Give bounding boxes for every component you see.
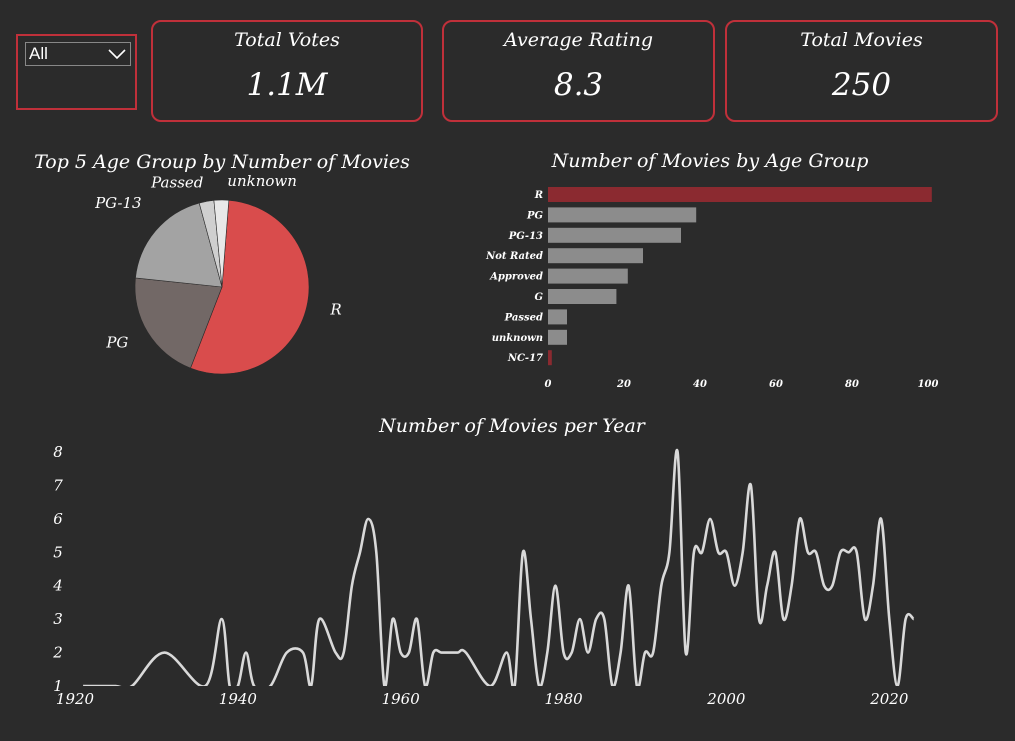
line-y-tick-label: 6 (53, 510, 63, 528)
bar-category-label: Passed (504, 312, 543, 323)
bar-nc-17[interactable] (548, 350, 552, 366)
line-x-tick-label: 1960 (382, 690, 421, 708)
bar-x-tick-label: 100 (918, 379, 939, 390)
bar-not-rated[interactable] (548, 248, 643, 264)
bar-x-tick-label: 40 (693, 379, 707, 390)
bar-category-label: G (534, 292, 543, 303)
bar-category-label: NC-17 (507, 353, 543, 364)
pie-label-pg: PG (105, 334, 128, 352)
pie-chart: Top 5 Age Group by Number of Movies R PG P… (34, 151, 410, 375)
bar-category-label: R (534, 190, 543, 201)
pie-label-r: R (329, 300, 341, 318)
bar-category-label: PG (526, 210, 544, 221)
line-y-tick-label: 4 (52, 577, 63, 595)
bar-pg[interactable] (548, 207, 697, 223)
bar-pg-13[interactable] (548, 227, 681, 243)
line-y-tick-label: 7 (53, 476, 63, 494)
bar-x-tick-label: 0 (545, 379, 552, 390)
bar-chart-title: Number of Movies by Age Group (551, 150, 869, 172)
line-y-tick-label: 8 (53, 443, 63, 461)
bar-r[interactable] (548, 187, 932, 202)
bar-approved[interactable] (548, 268, 628, 284)
line-y-tick-label: 3 (53, 610, 63, 628)
bar-x-tick-label: 60 (769, 379, 783, 390)
line-x-tick-label: 1980 (545, 690, 584, 708)
bar-category-label: Approved (489, 272, 543, 283)
bar-unknown[interactable] (548, 329, 567, 345)
line-x-tick-label: 1940 (219, 690, 258, 708)
bar-x-tick-label: 20 (616, 379, 631, 390)
line-x-tick-label: 1920 (56, 690, 95, 708)
bar-chart: Number of Movies by Age Group R PG PG-13 No… (485, 150, 938, 390)
bar-category-label: Not Rated (485, 251, 543, 262)
pie-chart-title: Top 5 Age Group by Number of Movies (34, 151, 410, 173)
bar-passed[interactable] (548, 309, 567, 325)
line-y-tick-label: 5 (53, 543, 63, 561)
pie-label-pg-13: PG-13 (94, 194, 142, 212)
pie-label-passed: Passed (150, 174, 203, 192)
line-y-tick-label: 2 (52, 644, 63, 662)
bar-g[interactable] (548, 289, 617, 304)
line-chart-title: Number of Movies per Year (378, 415, 647, 437)
bar-category-label: unknown (492, 333, 543, 344)
bar-category-label: PG-13 (508, 231, 543, 242)
pie-label-unknown: unknown (227, 172, 297, 190)
line-x-tick-label: 2020 (869, 690, 909, 708)
bar-x-tick-label: 80 (845, 379, 859, 390)
line-series-movies-per-year[interactable] (83, 448, 915, 692)
charts-canvas: Top 5 Age Group by Number of Movies R PG P… (34, 150, 938, 708)
line-x-tick-label: 2000 (706, 690, 746, 708)
line-chart: Number of Movies per Year 123456781920 19… (52, 415, 915, 708)
